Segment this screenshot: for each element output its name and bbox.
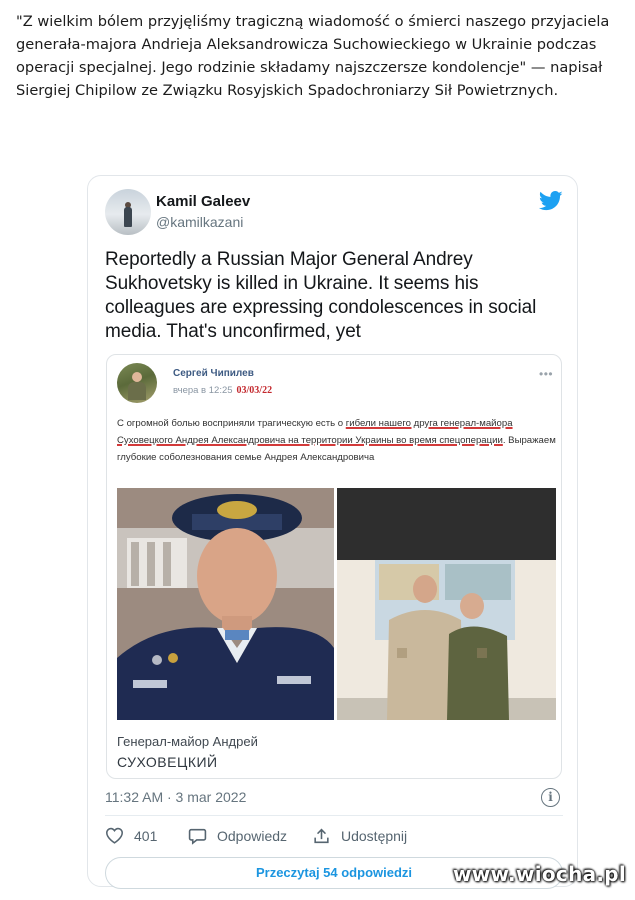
photo-caption-line1: Генерал-майор Андрей xyxy=(117,734,258,749)
embedded-avatar xyxy=(117,363,157,403)
photo-caption-line2: СУХОВЕЦКИЙ xyxy=(117,754,218,770)
author-name[interactable]: Kamil Galeev xyxy=(156,193,250,210)
share-icon xyxy=(314,828,329,844)
embedded-screenshot[interactable]: Сергей Чипилев вчера в 12:25 03/03/22 •••… xyxy=(106,354,562,779)
twitter-bird-icon[interactable] xyxy=(539,190,563,212)
watermark-logo: www.wiocha.pl xyxy=(453,862,627,886)
more-dots-icon: ••• xyxy=(539,367,554,381)
embedded-time: вчера в 12:25 03/03/22 xyxy=(173,385,273,396)
reply-button[interactable]: Odpowiedz xyxy=(188,827,287,845)
share-button[interactable]: Udostępnij xyxy=(312,827,407,845)
embedded-date-note: 03/03/22 xyxy=(236,385,273,396)
like-count: 401 xyxy=(134,827,158,844)
author-handle[interactable]: @kamilkazani xyxy=(156,214,243,230)
info-icon[interactable]: i xyxy=(541,788,560,807)
reply-label: Odpowiedz xyxy=(217,828,288,844)
tweet-text: Reportedly a Russian Major General Andre… xyxy=(105,249,537,342)
tweet-timestamp[interactable]: 11:32 AM · 3 mar 2022 xyxy=(105,789,246,805)
group-photo xyxy=(337,488,556,720)
avatar[interactable] xyxy=(105,189,151,235)
heart-icon xyxy=(105,827,124,844)
embedded-text: С огромной болью восприняли трагическую … xyxy=(117,418,556,463)
post-caption: "Z wielkim bólem przyjęliśmy tragiczną w… xyxy=(16,13,610,99)
general-portrait-photo xyxy=(117,488,334,720)
like-button[interactable]: 401 xyxy=(105,827,157,844)
divider xyxy=(105,815,563,816)
embedded-author: Сергей Чипилев xyxy=(173,368,254,379)
reply-bubble-icon xyxy=(188,828,207,845)
share-label: Udostępnij xyxy=(341,828,408,844)
tweet-card[interactable]: Kamil Galeev @kamilkazani Reportedly a R… xyxy=(87,175,578,889)
